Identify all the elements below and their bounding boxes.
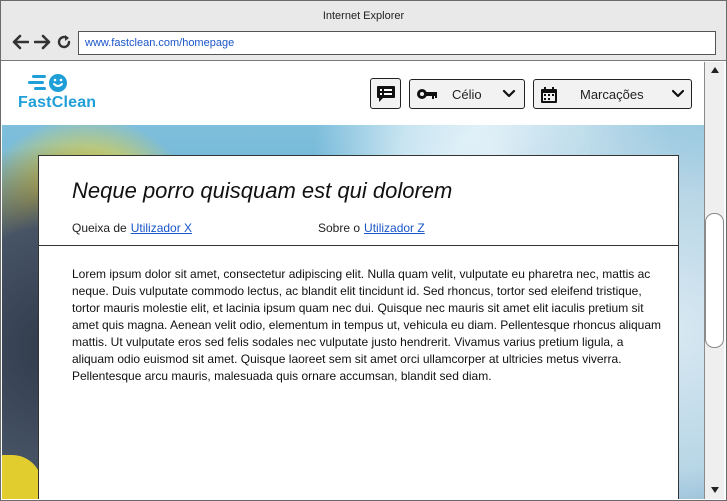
page-viewport: FastClean Célio Marcações Neque porro qu…	[2, 62, 704, 499]
logo-text: FastClean	[18, 94, 97, 111]
window-title: Internet Explorer	[322, 10, 405, 22]
complaint-author: Queixa de Utilizador X	[72, 221, 192, 235]
user-name: Célio	[452, 87, 482, 102]
subject-link[interactable]: Utilizador Z	[364, 221, 425, 235]
arrow-right-icon	[33, 34, 50, 50]
complaint-body: Lorem ipsum dolor sit amet, consectetur …	[72, 267, 662, 383]
subject-label: Sobre o	[318, 221, 361, 235]
site-header: FastClean Célio Marcações	[2, 62, 704, 125]
appointments-dropdown[interactable]: Marcações	[533, 79, 692, 109]
chevron-down-icon	[671, 89, 685, 98]
scroll-up-button[interactable]	[705, 62, 724, 78]
back-button[interactable]	[11, 33, 29, 51]
address-bar[interactable]: www.fastclean.com/homepage	[78, 31, 716, 55]
vertical-scrollbar[interactable]	[704, 62, 724, 499]
user-dropdown[interactable]: Célio	[409, 79, 525, 109]
complaint-card: Neque porro quisquam est qui dolorem Que…	[38, 155, 679, 499]
key-icon	[417, 89, 437, 99]
calendar-icon	[541, 87, 557, 103]
list-icon	[376, 85, 395, 102]
forward-button[interactable]	[33, 33, 51, 51]
author-label: Queixa de	[72, 221, 127, 235]
arrow-left-icon	[12, 34, 29, 50]
complaints-button[interactable]	[370, 78, 401, 109]
hero-decoration	[2, 455, 42, 499]
logo-mark-icon	[28, 74, 67, 92]
refresh-icon	[57, 35, 71, 49]
scroll-thumb[interactable]	[705, 213, 724, 348]
fastclean-logo[interactable]: FastClean	[16, 72, 106, 116]
chevron-down-icon	[502, 89, 516, 98]
author-link[interactable]: Utilizador X	[131, 221, 192, 235]
browser-chrome: Internet Explorer www.fastclean.com/home…	[1, 1, 726, 61]
appointments-label: Marcações	[580, 87, 644, 102]
browser-window: Internet Explorer www.fastclean.com/home…	[0, 0, 727, 501]
card-divider	[39, 245, 678, 246]
scroll-down-button[interactable]	[705, 482, 724, 498]
refresh-button[interactable]	[55, 33, 73, 51]
complaint-subject: Sobre o Utilizador Z	[318, 221, 425, 235]
triangle-up-icon	[710, 67, 719, 73]
triangle-down-icon	[710, 487, 719, 493]
complaint-title: Neque porro quisquam est qui dolorem	[72, 178, 453, 203]
